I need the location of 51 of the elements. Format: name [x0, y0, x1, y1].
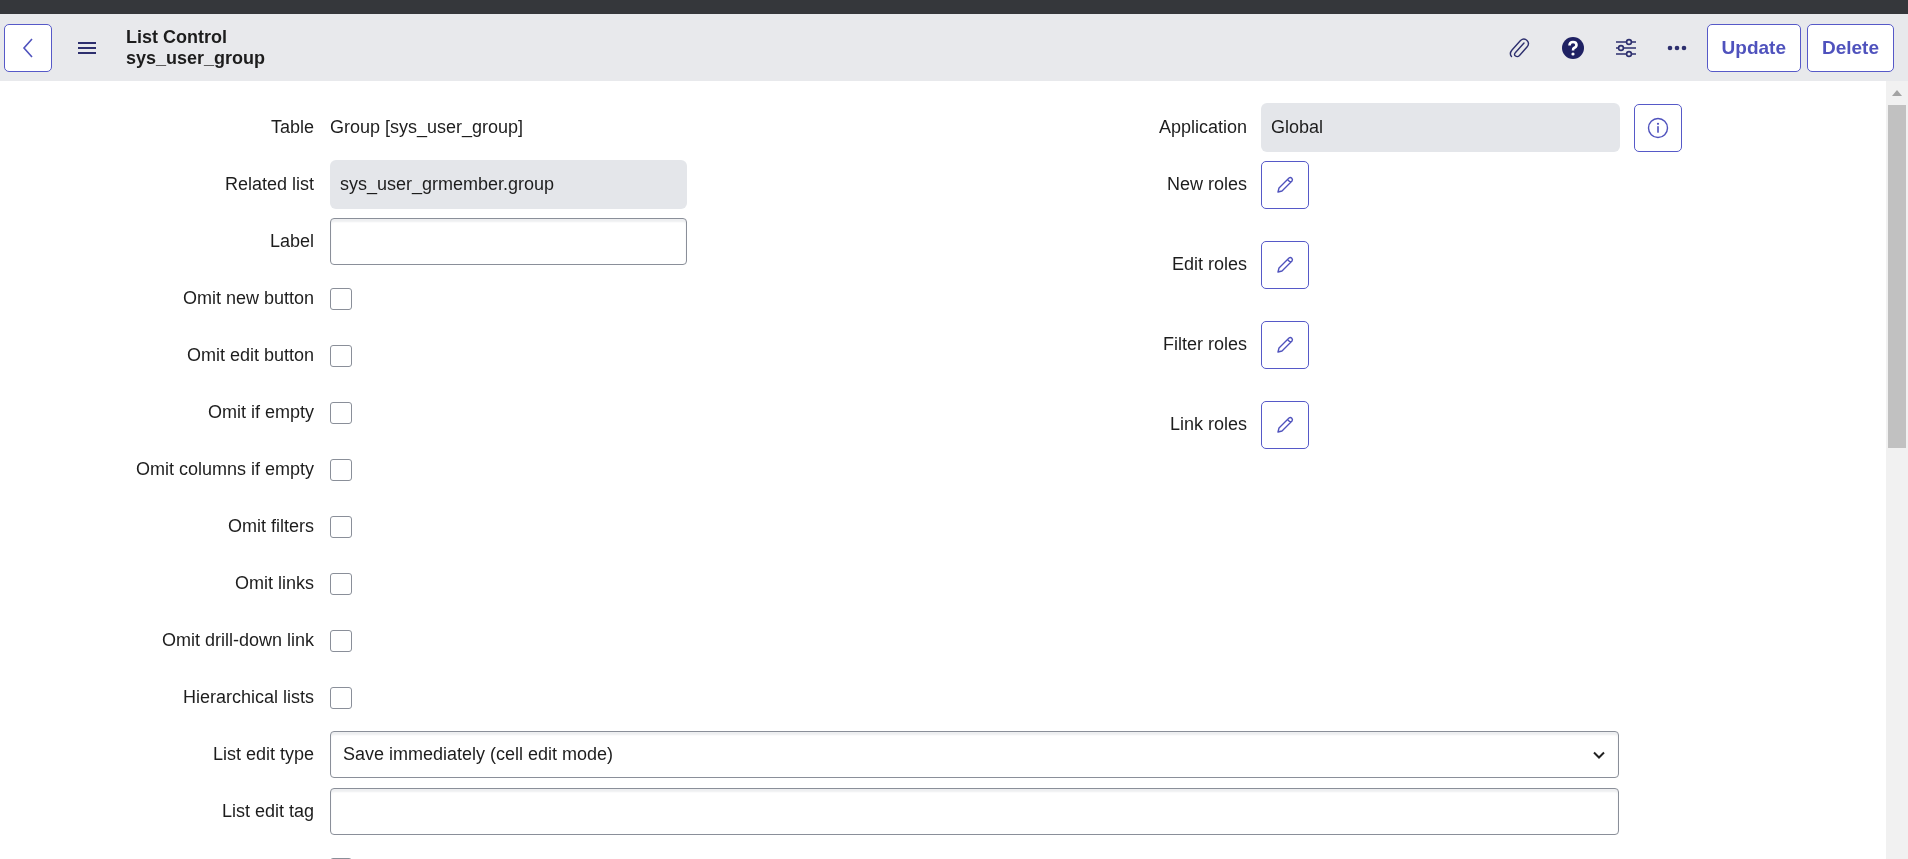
field-label: Related list — [223, 174, 314, 195]
chevron-left-icon — [21, 36, 35, 59]
checkbox[interactable] — [330, 572, 352, 595]
more-icon[interactable] — [1666, 44, 1687, 51]
header-button[interactable]: Update — [1706, 23, 1801, 72]
help-icon[interactable] — [1560, 35, 1585, 60]
field-label: Table — [269, 117, 314, 138]
field-label: Label — [268, 231, 314, 252]
input-field[interactable] — [330, 788, 1619, 835]
field-label: Omit links — [234, 573, 314, 594]
checkbox[interactable] — [330, 401, 352, 424]
field-value: Group [sys_user_group] — [330, 117, 524, 138]
form-title: List Control — [126, 26, 228, 48]
field-label: Link roles — [1168, 414, 1247, 435]
field-label: Omit edit button — [185, 345, 314, 366]
field-label: Omit if empty — [207, 402, 314, 423]
checkbox[interactable] — [330, 686, 352, 709]
scrollbar[interactable] — [1886, 81, 1908, 859]
header-button[interactable]: Delete — [1806, 23, 1894, 72]
field-label: Omit new button — [181, 288, 314, 309]
checkbox[interactable] — [330, 629, 352, 652]
back-button[interactable] — [4, 23, 52, 72]
info-icon — [1647, 116, 1669, 139]
field-label: Application — [1157, 117, 1247, 138]
select-field[interactable]: Save immediately (cell edit mode) — [330, 731, 1619, 778]
field-label: New roles — [1165, 174, 1247, 195]
caret-icon — [1592, 749, 1606, 760]
checkbox[interactable] — [330, 458, 352, 481]
input-field[interactable] — [330, 218, 687, 265]
edit-button[interactable] — [1261, 400, 1309, 449]
edit-button[interactable] — [1261, 160, 1309, 209]
field-label: Omit filters — [227, 516, 314, 537]
field-label: List edit type — [211, 744, 314, 765]
info-button[interactable] — [1634, 103, 1682, 152]
sliders-icon[interactable] — [1614, 37, 1637, 58]
field-label: Omit columns if empty — [134, 459, 314, 480]
checkbox[interactable] — [330, 287, 352, 310]
readonly-field: sys_user_grmember.group — [330, 160, 687, 209]
field-label: Filter roles — [1162, 334, 1247, 355]
edit-button[interactable] — [1261, 240, 1309, 289]
checkbox[interactable] — [330, 344, 352, 367]
menu-icon[interactable] — [78, 40, 96, 55]
field-label: Omit drill-down link — [160, 630, 314, 651]
checkbox[interactable] — [330, 515, 352, 538]
record-subtitle: sys_user_group — [126, 47, 266, 69]
field-label: Edit roles — [1170, 254, 1247, 275]
field-label: Hierarchical lists — [181, 687, 314, 708]
edit-button[interactable] — [1261, 320, 1309, 369]
scroll-up-arrow-icon[interactable] — [1891, 89, 1903, 97]
field-label: List edit tag — [220, 801, 314, 822]
readonly-field: Global — [1261, 103, 1620, 152]
